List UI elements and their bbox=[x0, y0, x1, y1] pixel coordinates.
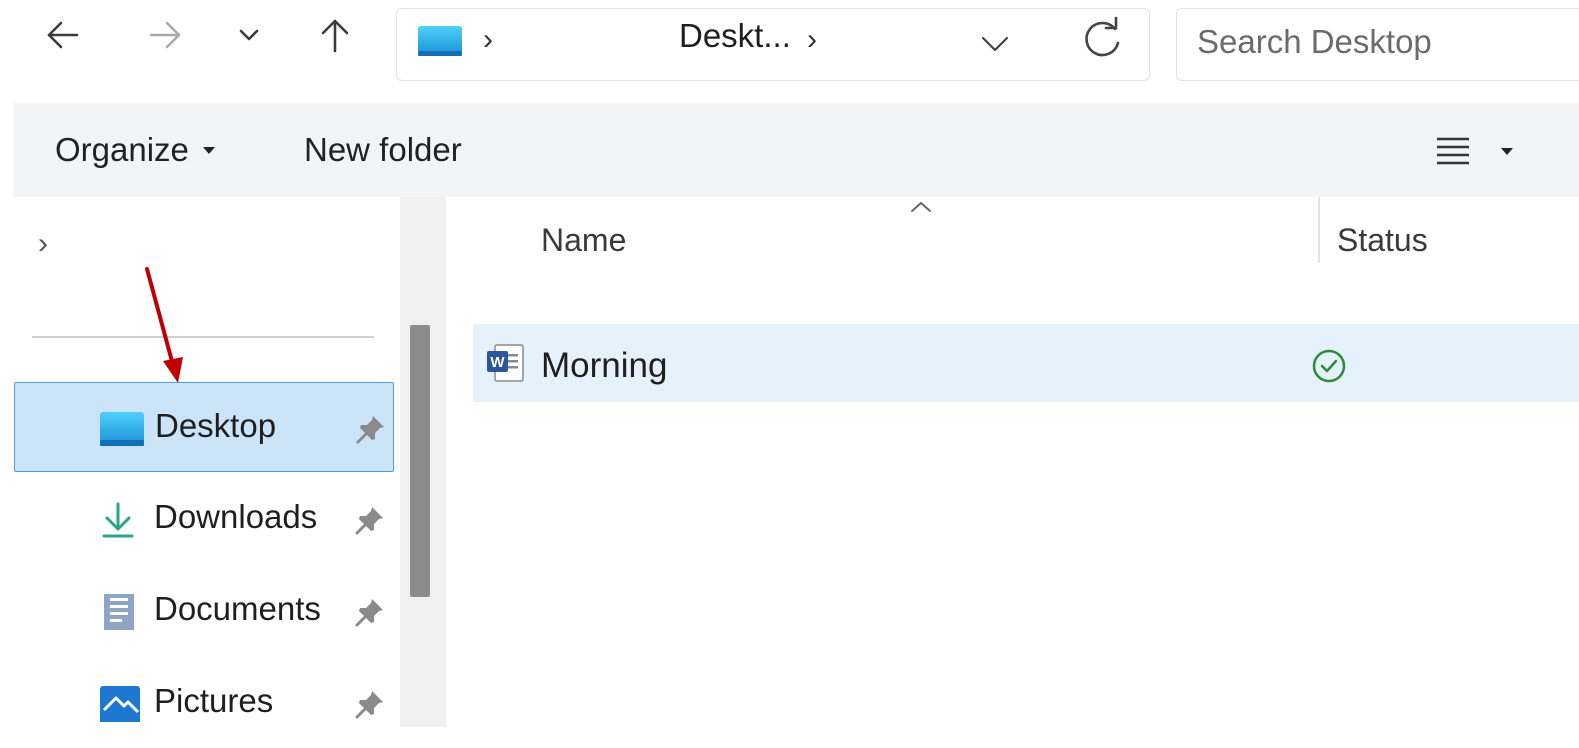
caret-down-icon bbox=[202, 146, 215, 154]
word-document-icon: W bbox=[487, 344, 524, 382]
annotation-arrow-icon bbox=[145, 267, 183, 383]
recent-locations-button[interactable] bbox=[222, 8, 276, 62]
sort-ascending-icon bbox=[911, 202, 931, 212]
pin-icon[interactable] bbox=[354, 504, 386, 536]
pin-icon[interactable] bbox=[354, 688, 386, 720]
sidebar-item-label: Documents bbox=[154, 590, 321, 627]
arrow-up-icon bbox=[321, 19, 349, 53]
sidebar-item-label: Downloads bbox=[154, 498, 318, 535]
search-placeholder: Search Desktop bbox=[1197, 23, 1432, 60]
sidebar-item-label: Pictures bbox=[154, 682, 274, 719]
address-bar[interactable]: › Deskt... › bbox=[396, 8, 1150, 81]
chevron-down-icon bbox=[239, 29, 259, 41]
organize-button[interactable]: Organize bbox=[55, 131, 215, 169]
sidebar-item-pictures[interactable]: Pictures bbox=[14, 658, 394, 748]
breadcrumb-current[interactable]: Deskt... bbox=[679, 17, 791, 55]
sidebar-item-desktop[interactable]: Desktop bbox=[14, 382, 394, 472]
chevron-down-icon[interactable] bbox=[975, 23, 1015, 63]
up-button[interactable] bbox=[308, 8, 362, 62]
refresh-icon[interactable] bbox=[1077, 13, 1127, 65]
caret-down-icon bbox=[1501, 147, 1513, 155]
pictures-icon bbox=[100, 686, 140, 722]
nav-scrollbar-thumb[interactable] bbox=[410, 325, 430, 597]
svg-text:W: W bbox=[490, 354, 505, 371]
expand-chevron[interactable]: › bbox=[38, 227, 48, 261]
back-button[interactable] bbox=[36, 8, 90, 62]
breadcrumb-separator[interactable]: › bbox=[807, 23, 817, 57]
pin-icon[interactable] bbox=[355, 413, 387, 445]
arrow-left-icon bbox=[47, 21, 79, 49]
view-options-button[interactable] bbox=[1435, 129, 1535, 173]
file-name[interactable]: Morning bbox=[541, 346, 667, 386]
sidebar-item-label: Desktop bbox=[155, 407, 277, 444]
pin-icon[interactable] bbox=[354, 596, 386, 628]
column-header-status[interactable]: Status bbox=[1337, 222, 1428, 259]
nav-divider bbox=[32, 336, 374, 338]
sidebar-item-documents[interactable]: Documents bbox=[14, 566, 394, 656]
desktop-folder-icon bbox=[100, 412, 144, 446]
breadcrumb-separator[interactable]: › bbox=[483, 23, 493, 57]
sidebar-item-downloads[interactable]: Downloads bbox=[14, 474, 394, 564]
navigation-bar: › Deskt... › Search Desktop bbox=[0, 0, 1579, 100]
column-divider[interactable] bbox=[1318, 197, 1320, 263]
column-header-name[interactable]: Name bbox=[541, 222, 626, 259]
synced-check-icon bbox=[1312, 349, 1346, 383]
desktop-folder-icon bbox=[418, 26, 462, 56]
forward-button[interactable] bbox=[138, 8, 192, 62]
arrow-right-icon bbox=[149, 21, 181, 49]
download-icon bbox=[102, 502, 134, 538]
list-view-icon bbox=[1437, 137, 1469, 165]
document-icon bbox=[104, 594, 134, 630]
organize-label: Organize bbox=[55, 131, 189, 168]
search-input[interactable]: Search Desktop bbox=[1176, 8, 1579, 81]
table-row[interactable]: W Morning bbox=[473, 324, 1579, 402]
command-bar: Organize New folder bbox=[13, 103, 1579, 197]
new-folder-button[interactable]: New folder bbox=[304, 131, 462, 169]
